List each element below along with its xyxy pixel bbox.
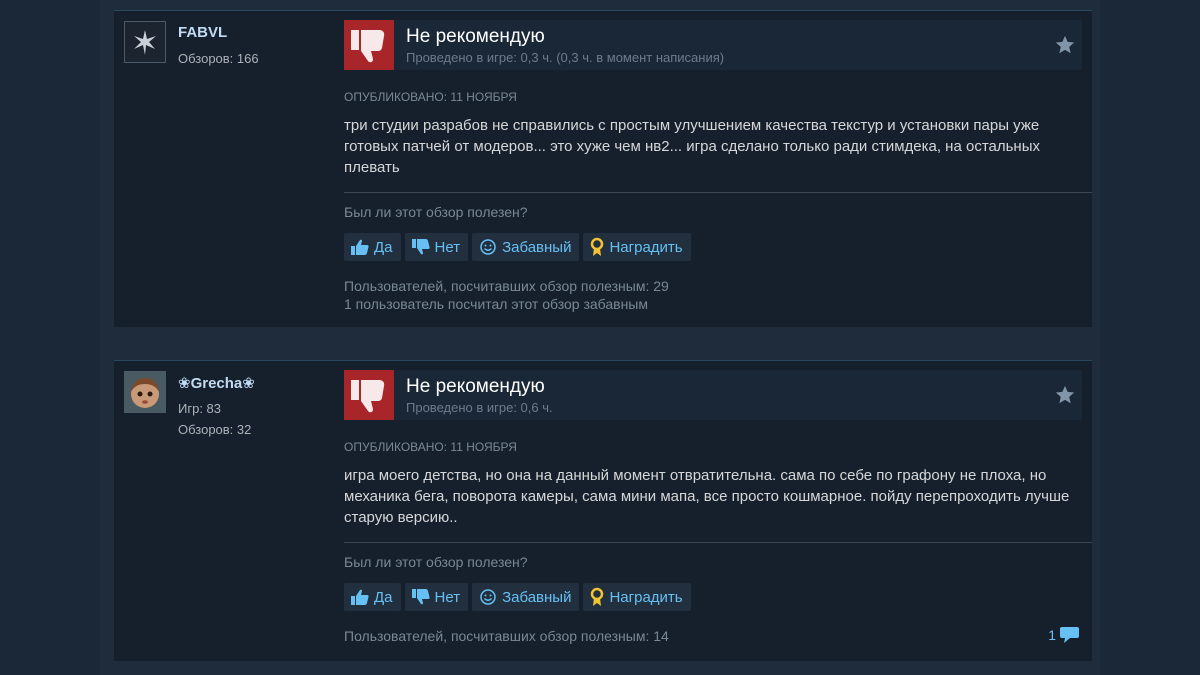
review-card: FABVL Обзоров: 166 Не рекомендую Проведе…	[114, 10, 1092, 327]
vote-yes-label: Да	[374, 238, 393, 256]
avatar-emblem-icon	[125, 22, 165, 62]
author-games-count[interactable]: Игр: 83	[178, 401, 221, 416]
helpful-question: Был ли этот обзор полезен?	[344, 204, 528, 220]
smiley-icon	[480, 239, 496, 255]
helpful-count: Пользователей, посчитавших обзор полезны…	[344, 628, 669, 644]
helpful-count: Пользователей, посчитавших обзор полезны…	[344, 278, 669, 294]
divider	[344, 542, 1092, 543]
vote-funny-label: Забавный	[502, 238, 572, 256]
vote-funny-label: Забавный	[502, 588, 572, 606]
review-card: ❀Grecha❀ Игр: 83 Обзоров: 32 Не рекоменд…	[114, 360, 1092, 661]
review-text: игра моего детства, но она на данный мом…	[344, 467, 1070, 526]
thumbs-down-small-icon	[411, 589, 430, 605]
vote-header[interactable]: Не рекомендую Проведено в игре: 0,3 ч. (…	[344, 20, 1082, 70]
comments-link[interactable]: 1	[1048, 625, 1080, 645]
vote-yes-label: Да	[374, 588, 393, 606]
page: FABVL Обзоров: 166 Не рекомендую Проведе…	[0, 0, 1200, 675]
vote-no-button[interactable]: Нет	[404, 233, 469, 261]
verdict-label: Не рекомендую	[406, 376, 545, 397]
vote-header[interactable]: Не рекомендую Проведено в игре: 0,6 ч.	[344, 370, 1082, 420]
thumbs-down-icon	[351, 30, 385, 63]
vote-funny-button[interactable]: Забавный	[472, 233, 580, 261]
award-label: Наградить	[609, 588, 683, 606]
comments-count: 1	[1048, 627, 1056, 643]
playtime-label: Проведено в игре: 0,3 ч. (0,3 ч. в момен…	[406, 50, 725, 65]
posted-date: Опубликовано: 11 ноября	[344, 440, 517, 454]
thumbs-up-icon	[351, 589, 369, 605]
thumbs-down-badge	[344, 370, 394, 420]
avatar-doll-icon	[125, 372, 165, 412]
posted-date: Опубликовано: 11 ноября	[344, 90, 517, 104]
funny-count: 1 пользователь посчитал этот обзор забав…	[344, 296, 648, 312]
vote-funny-button[interactable]: Забавный	[472, 583, 580, 611]
review-text: три студии разрабов не справились с прос…	[344, 117, 1040, 176]
star-icon[interactable]	[1054, 34, 1076, 56]
thumbs-up-icon	[351, 239, 369, 255]
comment-icon	[1060, 627, 1079, 643]
author-reviews-count[interactable]: Обзоров: 166	[178, 51, 259, 66]
divider	[344, 192, 1092, 193]
vote-no-label: Нет	[434, 238, 461, 256]
thumbs-down-badge	[344, 20, 394, 70]
avatar[interactable]	[124, 21, 166, 63]
helpful-question: Был ли этот обзор полезен?	[344, 554, 528, 570]
vote-no-label: Нет	[434, 588, 461, 606]
smiley-icon	[480, 589, 496, 605]
thumbs-down-small-icon	[411, 239, 430, 255]
playtime-label: Проведено в игре: 0,6 ч.	[406, 400, 553, 415]
vote-yes-button[interactable]: Да	[344, 583, 401, 611]
award-label: Наградить	[609, 238, 683, 256]
author-name[interactable]: ❀Grecha❀	[178, 374, 255, 392]
award-button[interactable]: Наградить	[583, 583, 691, 611]
rating-buttons: Да Нет Забавный Наградить	[344, 583, 691, 611]
vote-yes-button[interactable]: Да	[344, 233, 401, 261]
award-button[interactable]: Наградить	[583, 233, 691, 261]
award-icon	[591, 587, 604, 606]
author-reviews-count[interactable]: Обзоров: 32	[178, 422, 251, 437]
avatar[interactable]	[124, 371, 166, 413]
author-name[interactable]: FABVL	[178, 24, 227, 41]
thumbs-down-icon	[351, 380, 385, 413]
rating-buttons: Да Нет Забавный Наградить	[344, 233, 691, 261]
award-icon	[591, 237, 604, 256]
star-icon[interactable]	[1054, 384, 1076, 406]
verdict-label: Не рекомендую	[406, 26, 545, 47]
vote-no-button[interactable]: Нет	[404, 583, 469, 611]
